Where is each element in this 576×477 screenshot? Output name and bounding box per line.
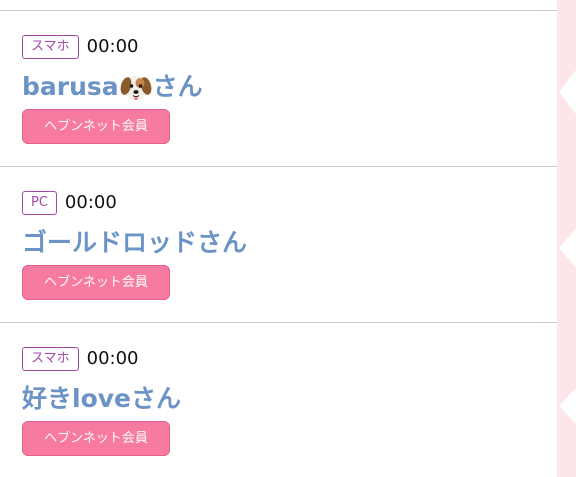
visit-time: 00:00 (86, 36, 139, 57)
side-panel-pattern (559, 70, 576, 424)
visitor-name[interactable]: ゴールドロッド (22, 225, 197, 261)
visitor-name-row[interactable]: ゴールドロッド さん (22, 225, 247, 261)
visitor-log-page: スマホ 00:00 barusa さん ヘブンネット会員 PC 00:00 ゴー… (0, 0, 576, 477)
honorific-suffix: さん (152, 72, 203, 101)
heaven-net-member-button[interactable]: ヘブンネット会員 (22, 265, 170, 300)
honorific-suffix: さん (131, 384, 182, 413)
list-item: スマホ 00:00 barusa さん ヘブンネット会員 (0, 11, 557, 167)
entry-meta: スマホ 00:00 (22, 34, 139, 60)
visitor-list: スマホ 00:00 barusa さん ヘブンネット会員 PC 00:00 ゴー… (0, 11, 557, 477)
entry-meta: スマホ 00:00 (22, 346, 139, 372)
heaven-net-member-button[interactable]: ヘブンネット会員 (22, 421, 170, 456)
visit-time: 00:00 (86, 348, 139, 369)
visit-time: 00:00 (64, 192, 117, 213)
visitor-name-row[interactable]: barusa さん (22, 69, 203, 105)
device-badge: PC (22, 191, 57, 215)
honorific-suffix: さん (197, 228, 248, 257)
dog-face-icon (120, 76, 152, 101)
visitor-name[interactable]: 好きlove (22, 381, 131, 417)
list-item: PC 00:00 ゴールドロッド さん ヘブンネット会員 (0, 167, 557, 323)
device-badge: スマホ (22, 35, 79, 59)
list-item: スマホ 00:00 好きlove さん ヘブンネット会員 (0, 323, 557, 477)
heaven-net-member-button[interactable]: ヘブンネット会員 (22, 109, 170, 144)
entry-meta: PC 00:00 (22, 190, 117, 216)
device-badge: スマホ (22, 347, 79, 371)
visitor-name[interactable]: barusa (22, 69, 119, 105)
visitor-name-row[interactable]: 好きlove さん (22, 381, 181, 417)
side-panel (557, 0, 576, 477)
